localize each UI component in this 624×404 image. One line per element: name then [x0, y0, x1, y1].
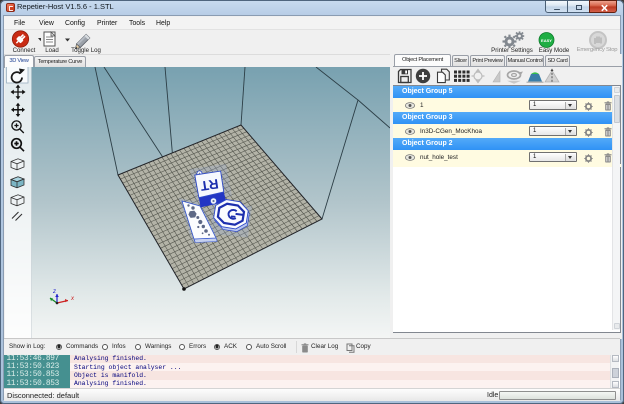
svg-text:z: z — [52, 289, 56, 295]
svg-text:EASY: EASY — [541, 38, 552, 43]
svg-text:RT: RT — [199, 176, 220, 194]
